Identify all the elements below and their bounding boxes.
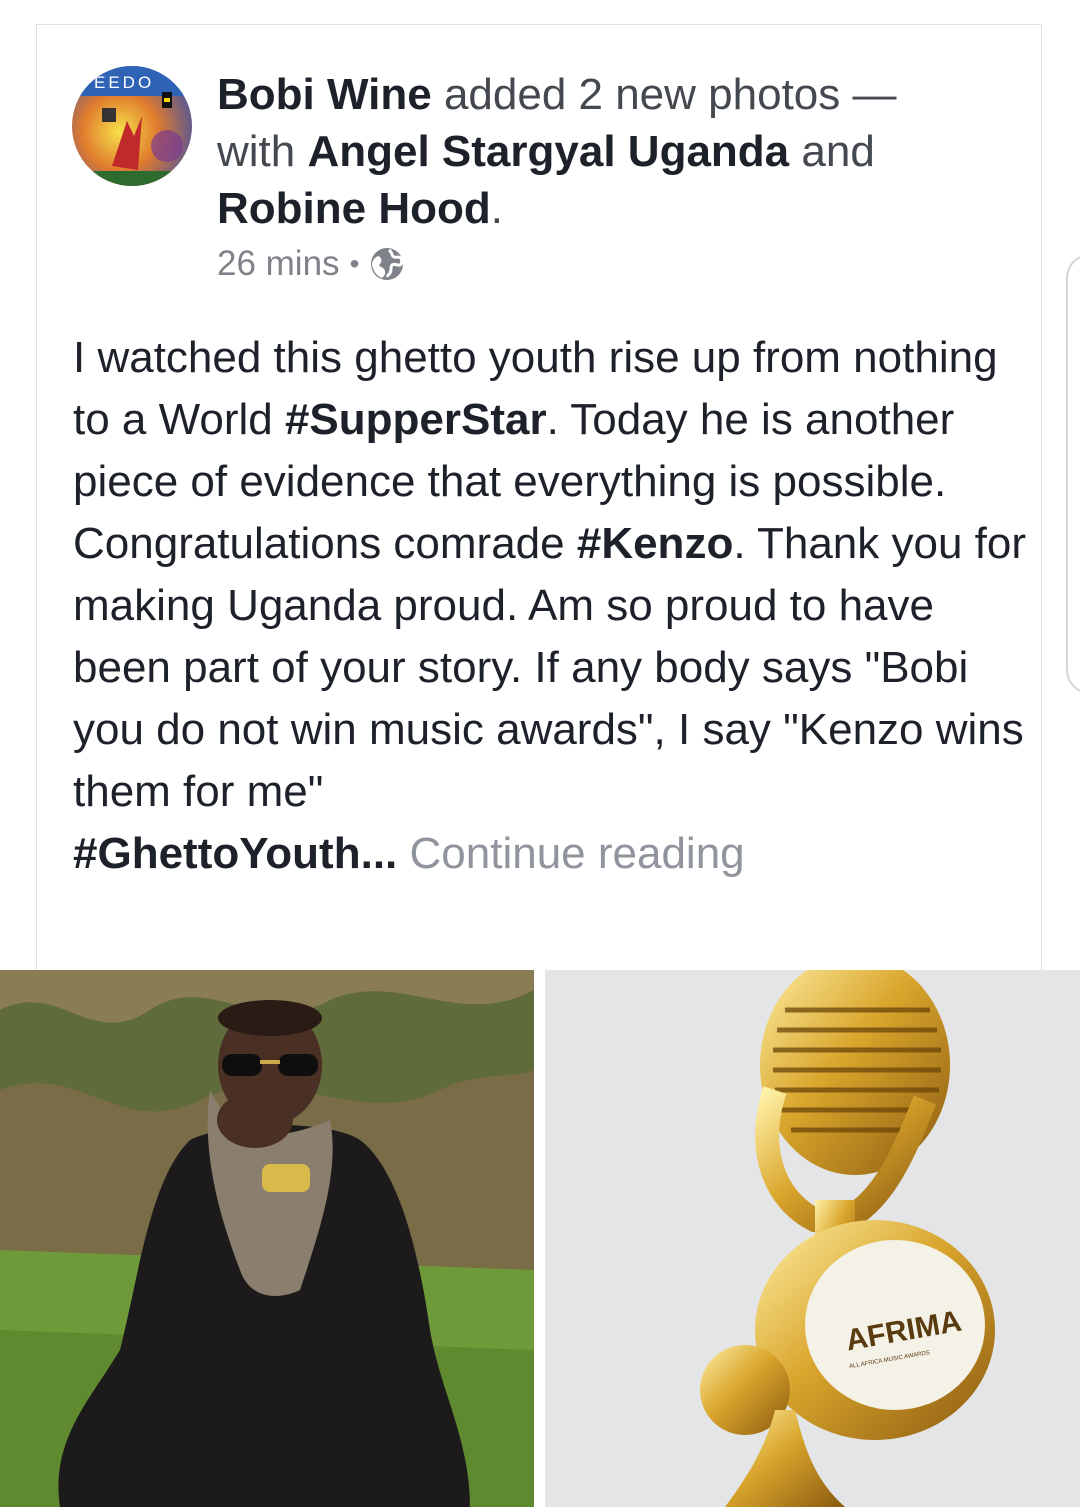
photo-gap — [534, 970, 545, 1507]
tagged-user-2[interactable]: Robine Hood — [217, 184, 491, 233]
scroll-edge[interactable] — [1066, 254, 1080, 694]
post-body: I watched this ghetto youth rise up from… — [73, 327, 1033, 885]
author-avatar[interactable]: EEDO — [72, 66, 192, 186]
hashtag-kenzo[interactable]: #Kenzo — [577, 519, 733, 568]
post-time[interactable]: 26 mins — [217, 242, 340, 286]
header-period: . — [490, 184, 503, 233]
photo-left[interactable] — [0, 970, 534, 1507]
hashtag-ghettoyouth[interactable]: #GhettoYouth — [73, 829, 361, 878]
tagged-user-1[interactable]: Angel Stargyal Uganda — [307, 127, 789, 176]
hashtag-supperstar[interactable]: #SupperStar — [285, 395, 547, 444]
avatar-text: EEDO — [94, 73, 154, 92]
post-action: added 2 new photos — — [443, 70, 897, 119]
meta-separator: • — [349, 248, 360, 279]
with-label: with — [217, 127, 296, 176]
globe-icon[interactable] — [369, 246, 405, 282]
post-meta: 26 mins • — [217, 242, 405, 286]
photo-right[interactable]: AFRIMA ALL AFRICA MUSIC AWARDS — [545, 970, 1080, 1507]
author-name[interactable]: Bobi Wine — [217, 70, 432, 119]
continue-reading-link[interactable]: Continue reading — [397, 829, 745, 878]
post-header: Bobi Wine added 2 new photos — with Ange… — [217, 66, 977, 237]
ellipsis: ... — [360, 829, 398, 878]
and-label: and — [801, 127, 875, 176]
